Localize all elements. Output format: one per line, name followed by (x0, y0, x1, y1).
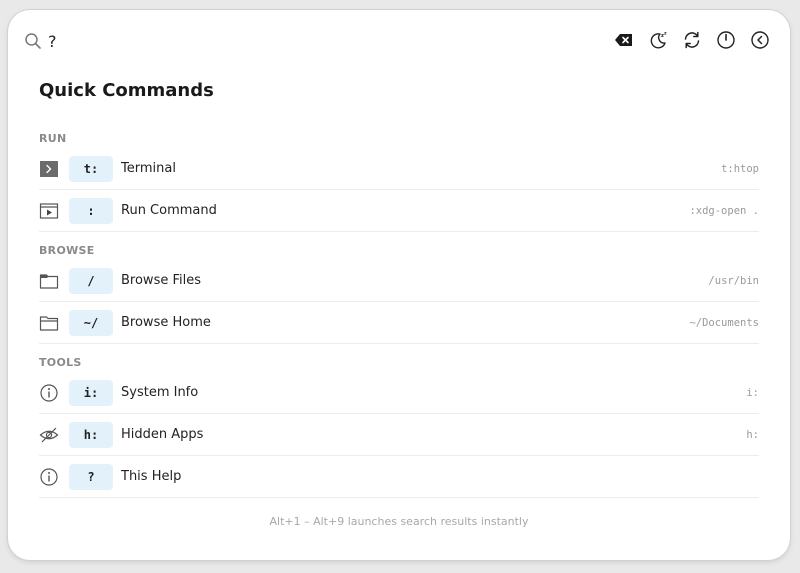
command-prefix: : (69, 197, 113, 224)
command-prefix: ? (69, 463, 113, 490)
command-prefix: t: (69, 155, 113, 182)
toolbar: z z (614, 30, 770, 50)
command-row-help[interactable]: ? This Help (39, 456, 759, 498)
command-example: t:htop (721, 162, 759, 175)
command-example: ~/Documents (689, 316, 759, 329)
page-title: Quick Commands (39, 80, 214, 101)
command-row-terminal[interactable]: t: Terminal t:htop (39, 148, 759, 190)
back-icon[interactable] (750, 30, 770, 50)
search-icon (24, 32, 42, 50)
command-prefix: h: (69, 421, 113, 448)
section-label-run: RUN (39, 132, 67, 145)
command-row-hidden-apps[interactable]: h: Hidden Apps h: (39, 414, 759, 456)
footer-hint: Alt+1 – Alt+9 launches search results in… (269, 515, 529, 528)
search-input[interactable] (48, 31, 568, 51)
info-icon (39, 467, 59, 487)
command-example: /usr/bin (708, 274, 759, 287)
folder-open-icon (39, 313, 59, 333)
command-label: Browse Home (121, 315, 211, 330)
command-example: h: (746, 428, 759, 441)
command-row-browse-files[interactable]: / Browse Files /usr/bin (39, 260, 759, 302)
section-label-tools: TOOLS (39, 356, 82, 369)
backspace-icon[interactable] (614, 30, 634, 50)
refresh-icon[interactable] (682, 30, 702, 50)
command-row-system-info[interactable]: i: System Info i: (39, 372, 759, 414)
command-prefix: ~/ (69, 309, 113, 336)
command-prefix: / (69, 267, 113, 294)
command-row-run[interactable]: : Run Command :xdg-open . (39, 190, 759, 232)
terminal-icon (39, 159, 59, 179)
eye-off-icon (39, 425, 59, 445)
command-label: Hidden Apps (121, 427, 204, 442)
run-window-icon (39, 201, 59, 221)
svg-text:z: z (664, 32, 667, 37)
moon-sleep-icon[interactable]: z z (648, 30, 668, 50)
info-icon (39, 383, 59, 403)
command-example: :xdg-open . (689, 204, 759, 217)
section-label-browse: BROWSE (39, 244, 95, 257)
command-prefix: i: (69, 379, 113, 406)
command-label: This Help (121, 469, 182, 484)
command-list: RUN t: Terminal t:htop : Run Command:xd… (39, 130, 759, 498)
command-label: System Info (121, 385, 199, 400)
power-icon[interactable] (716, 30, 736, 50)
command-label: Run Command (121, 203, 217, 218)
command-label: Terminal (121, 161, 176, 176)
command-row-browse-home[interactable]: ~/ Browse Home ~/Documents (39, 302, 759, 344)
folder-icon (39, 271, 59, 291)
command-example: i: (746, 386, 759, 399)
launcher-window: z z Quick Commands (8, 10, 790, 560)
command-label: Browse Files (121, 273, 201, 288)
